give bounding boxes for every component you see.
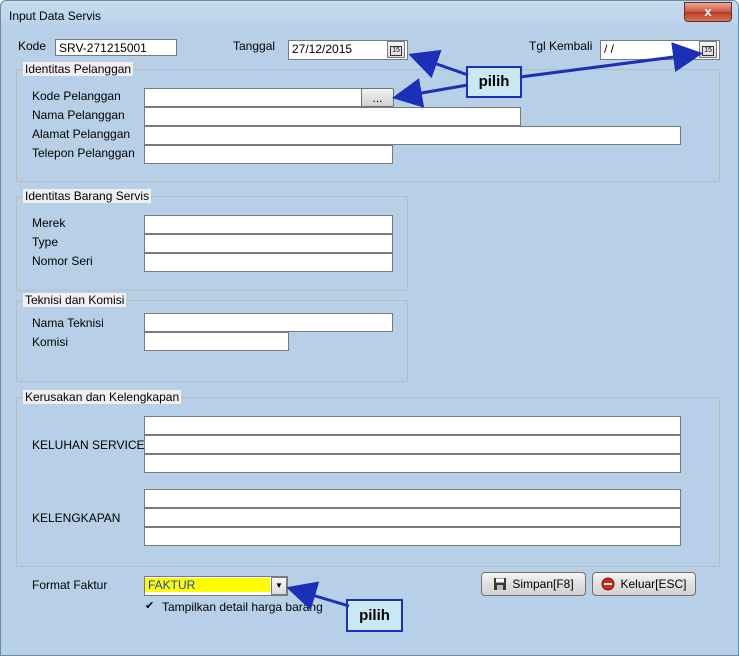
nama-pelanggan-label: Nama Pelanggan [32,108,125,122]
kelengkapan-label: KELENGKAPAN [32,511,121,525]
nomor-seri-field[interactable] [144,253,393,272]
format-faktur-select[interactable]: FAKTUR [144,576,288,596]
alamat-pelanggan-field[interactable] [144,126,681,145]
format-faktur-value: FAKTUR [145,578,270,592]
kode-pelanggan-field[interactable] [144,88,362,107]
nama-teknisi-label: Nama Teknisi [32,316,104,330]
keluhan-line-2[interactable] [144,435,681,454]
detail-harga-label: Tampilkan detail harga barang [162,600,323,614]
pilih-callout-top: pilih [466,66,522,98]
title-bar: Input Data Servis x [1,1,738,31]
nomor-seri-label: Nomor Seri [32,254,93,268]
simpan-label: Simpan[F8] [512,577,574,591]
kerusakan-kelengkapan-legend: Kerusakan dan Kelengkapan [23,390,182,404]
nama-pelanggan-field[interactable] [144,107,521,126]
tgl-kembali-calendar-icon[interactable]: 15 [699,41,717,58]
nama-teknisi-field[interactable] [144,313,393,332]
format-faktur-label: Format Faktur [32,578,108,592]
window-title: Input Data Servis [9,9,102,23]
kode-pelanggan-label: Kode Pelanggan [32,89,121,103]
type-field[interactable] [144,234,393,253]
telepon-pelanggan-field[interactable] [144,145,393,164]
pilih-callout-bottom: pilih [346,599,403,632]
save-disk-icon [494,578,507,590]
teknisi-komisi-legend: Teknisi dan Komisi [23,293,127,307]
close-button[interactable]: x [684,2,732,22]
komisi-field[interactable] [144,332,289,351]
type-label: Type [32,235,59,249]
merek-field[interactable] [144,215,393,234]
tanggal-label: Tanggal [233,39,276,53]
komisi-label: Komisi [32,335,69,349]
kode-label: Kode [18,39,47,53]
kode-field[interactable]: SRV-271215001 [55,39,177,56]
keluar-button[interactable]: Keluar[ESC] [592,572,696,596]
identitas-barang-legend: Identitas Barang Servis [23,189,152,203]
merek-label: Merek [32,216,66,230]
telepon-pelanggan-label: Telepon Pelanggan [32,146,135,160]
kelengkapan-line-1[interactable] [144,489,681,508]
tanggal-calendar-icon[interactable]: 15 [387,41,405,58]
keluhan-line-1[interactable] [144,416,681,435]
keluar-label: Keluar[ESC] [620,577,687,591]
keluhan-line-3[interactable] [144,454,681,473]
kelengkapan-line-3[interactable] [144,527,681,546]
detail-checkbox[interactable]: ✔ [145,601,156,612]
exit-icon [601,577,615,591]
identitas-pelanggan-legend: Identitas Pelanggan [23,62,134,76]
browse-pelanggan-button[interactable]: ... [361,88,394,107]
alamat-pelanggan-label: Alamat Pelanggan [32,127,131,141]
simpan-button[interactable]: Simpan[F8] [481,572,586,596]
kelengkapan-line-2[interactable] [144,508,681,527]
chevron-down-icon[interactable]: ▼ [271,577,287,595]
keluhan-service-label: KELUHAN SERVICE [32,438,145,452]
tgl-kembali-label: Tgl Kembali [529,39,593,53]
